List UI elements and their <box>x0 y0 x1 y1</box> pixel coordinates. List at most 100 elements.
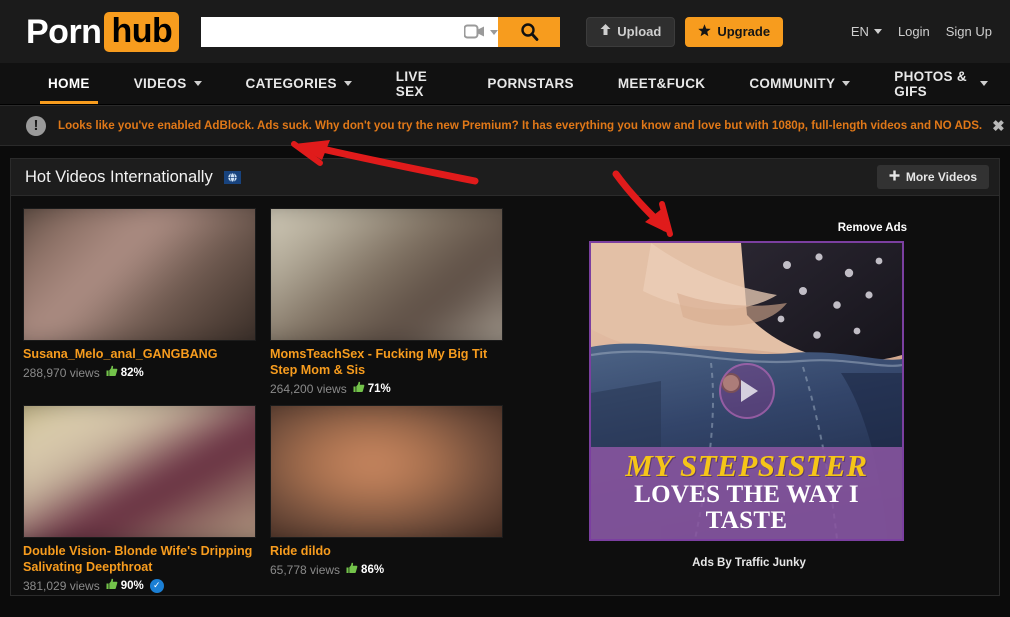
play-button-icon[interactable] <box>718 363 775 419</box>
globe-icon <box>223 170 241 184</box>
video-rating-value: 86% <box>361 563 385 576</box>
thumbs-up-icon <box>346 562 358 577</box>
video-rating: 90% <box>106 578 144 593</box>
nav-item-label: COMMUNITY <box>749 76 836 91</box>
video-thumbnail[interactable] <box>270 405 503 539</box>
nav-item-photos-and-gifs[interactable]: PHOTOS & GIFS <box>872 63 1010 104</box>
remove-ads-link[interactable]: Remove Ads <box>589 222 909 234</box>
ad-caption-line-1: MY STEPSISTER <box>625 447 868 483</box>
page-title: Hot Videos Internationally <box>25 167 213 186</box>
video-thumbnail[interactable] <box>23 405 256 539</box>
upgrade-button[interactable]: Upgrade <box>685 16 784 47</box>
thumbs-up-icon <box>106 578 118 593</box>
chevron-down-icon[interactable] <box>490 30 499 35</box>
logo-text-primary: Porn <box>26 12 102 51</box>
more-videos-button[interactable]: More Videos <box>876 165 989 189</box>
video-thumbnail[interactable] <box>23 208 256 341</box>
nav-item-categories[interactable]: CATEGORIES <box>224 63 374 104</box>
video-grid: Susana_Melo_anal_GANGBANG 288,970 views … <box>23 208 513 593</box>
main-navigation: HOME VIDEOS CATEGORIES LIVE SEX PORNSTAR… <box>0 63 1010 105</box>
nav-item-label: HOME <box>48 76 90 91</box>
site-logo[interactable]: Porn hub <box>26 11 180 52</box>
thumbnail-image <box>24 406 255 538</box>
thumbs-up-icon <box>106 365 118 380</box>
nav-item-label: PORNSTARS <box>487 76 574 91</box>
plus-icon <box>889 170 900 184</box>
video-card[interactable]: Susana_Melo_anal_GANGBANG 288,970 views … <box>23 208 256 396</box>
upload-button-label: Upload <box>617 24 662 39</box>
panel-header: Hot Videos Internationally More Videos <box>11 159 999 196</box>
video-title[interactable]: Ride dildo <box>270 543 503 559</box>
video-camera-icon[interactable] <box>459 24 489 39</box>
video-views: 264,200 views <box>270 381 347 396</box>
panel-body: Susana_Melo_anal_GANGBANG 288,970 views … <box>11 196 999 593</box>
chevron-down-icon <box>343 81 352 86</box>
search-bar <box>201 16 561 47</box>
upgrade-button-label: Upgrade <box>717 24 771 39</box>
nav-item-meet-and-fuck[interactable]: MEET&FUCK <box>596 63 727 104</box>
video-title[interactable]: MomsTeachSex - Fucking My Big Tit Step M… <box>270 346 503 378</box>
ad-caption: MY STEPSISTER LOVES THE WAY I TASTE <box>591 446 902 539</box>
video-rating: 82% <box>106 365 144 380</box>
star-icon <box>698 23 712 40</box>
adblock-notice-message: Looks like you've enabled AdBlock. Ads s… <box>58 119 983 132</box>
video-rating: 86% <box>346 562 384 577</box>
video-rating-value: 90% <box>120 579 144 592</box>
video-title[interactable]: Double Vision- Blonde Wife's Dripping Sa… <box>23 543 256 575</box>
nav-item-label: PHOTOS & GIFS <box>894 68 967 99</box>
nav-item-label: LIVE SEX <box>395 68 428 99</box>
more-videos-label: More Videos <box>905 170 977 184</box>
thumbnail-image <box>24 209 255 340</box>
nav-item-label: CATEGORIES <box>245 76 337 91</box>
chevron-down-icon <box>842 81 851 86</box>
video-rating: 71% <box>353 381 391 396</box>
nav-item-live-sex[interactable]: LIVE SEX <box>374 63 466 104</box>
nav-item-community[interactable]: COMMUNITY <box>727 63 872 104</box>
signup-link[interactable]: Sign Up <box>946 24 992 39</box>
nav-item-pornstars[interactable]: PORNSTARS <box>465 63 595 104</box>
ad-caption-line-2: LOVES THE WAY I TASTE <box>634 480 859 534</box>
advertisement-column: Remove Ads MY STEPSISTER LOVES THE WAY I… <box>589 208 909 593</box>
adblock-notice-bar: ! Looks like you've enabled AdBlock. Ads… <box>0 105 1010 146</box>
video-views: 288,970 views <box>23 365 100 380</box>
thumbnail-image <box>271 406 502 538</box>
video-meta: 288,970 views 82% <box>23 365 256 380</box>
video-card[interactable]: Double Vision- Blonde Wife's Dripping Sa… <box>23 405 256 593</box>
video-meta: 264,200 views 71% <box>270 381 503 396</box>
video-meta: 381,029 views 90% ✓ <box>23 578 256 593</box>
logo-text-secondary: hub <box>104 11 180 52</box>
video-meta: 65,778 views 86% <box>270 562 503 577</box>
close-icon[interactable]: ✖ <box>982 117 1005 135</box>
nav-item-home[interactable]: HOME <box>26 63 112 104</box>
search-input-container <box>201 16 499 47</box>
search-button[interactable] <box>498 16 561 47</box>
nav-item-label: VIDEOS <box>133 76 187 91</box>
video-views: 65,778 views <box>270 562 341 577</box>
upload-arrow-icon <box>600 24 611 39</box>
upload-button[interactable]: Upload <box>586 16 676 47</box>
chevron-down-icon <box>873 29 882 34</box>
video-card[interactable]: Ride dildo 65,778 views 86% <box>270 405 503 593</box>
header-right-links: EN Login Sign Up <box>851 24 992 39</box>
nav-item-label: MEET&FUCK <box>617 76 706 91</box>
chevron-down-icon <box>193 81 202 86</box>
video-views: 381,029 views <box>23 578 100 593</box>
video-rating-value: 71% <box>367 382 391 395</box>
search-input[interactable] <box>207 18 460 45</box>
video-rating-value: 82% <box>120 366 144 379</box>
warning-exclamation-icon: ! <box>26 115 46 136</box>
verified-badge-icon: ✓ <box>149 578 164 593</box>
thumbnail-image <box>271 209 502 340</box>
ad-credit-label: Ads By Traffic Junky <box>692 557 806 569</box>
login-link[interactable]: Login <box>898 24 930 39</box>
video-title[interactable]: Susana_Melo_anal_GANGBANG <box>23 346 256 362</box>
video-thumbnail[interactable] <box>270 208 503 341</box>
thumbs-up-icon <box>353 381 365 396</box>
ad-banner[interactable]: MY STEPSISTER LOVES THE WAY I TASTE <box>589 241 904 541</box>
page-root: Porn hub Upload Upgrade EN Login Sign Up… <box>0 0 1010 617</box>
language-selector[interactable]: EN <box>851 24 882 39</box>
nav-item-videos[interactable]: VIDEOS <box>112 63 224 104</box>
language-label: EN <box>850 24 869 39</box>
top-header-bar: Porn hub Upload Upgrade EN Login Sign Up <box>0 0 1010 63</box>
video-card[interactable]: MomsTeachSex - Fucking My Big Tit Step M… <box>270 208 503 396</box>
